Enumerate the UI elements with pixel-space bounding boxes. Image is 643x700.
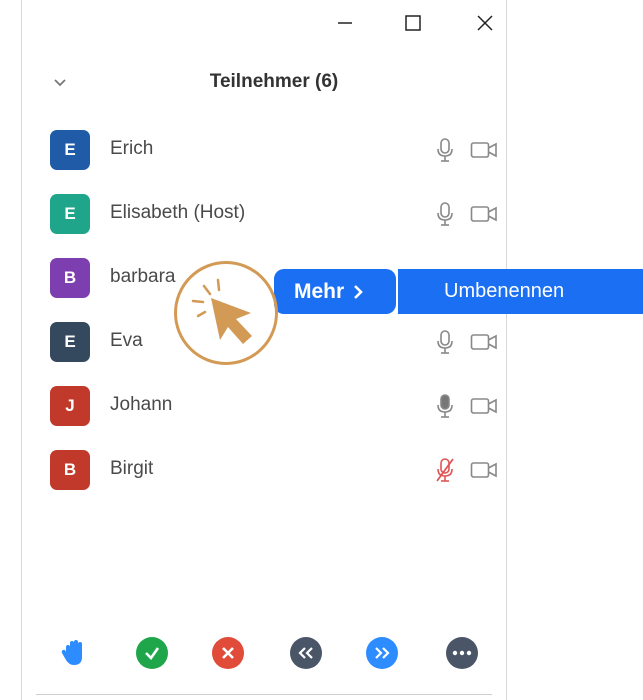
panel-header: Teilnehmer (6) [22,62,506,102]
participant-name: Elisabeth (Host) [110,202,246,223]
hand-icon [61,640,82,665]
rename-label: Umbenennen [444,280,565,302]
video-camera-icon [470,334,497,350]
video-camera-icon [470,462,497,478]
bottom-divider [36,694,492,695]
participant-row[interactable]: B Birgit [22,438,506,502]
panel-title: Teilnehmer (6) [209,71,339,92]
video-camera-icon [470,206,497,222]
maximize-icon [405,15,421,31]
chevron-right-icon [354,284,364,299]
cursor-highlight [174,261,278,365]
mic-icon [437,202,453,226]
participant-name: barbara [110,266,176,287]
no-button[interactable] [212,637,244,669]
slower-button[interactable] [290,637,322,669]
double-chevron-right-icon [375,647,390,659]
participant-name: Eva [110,330,143,351]
participant-name: Erich [110,138,154,159]
video-button[interactable] [470,140,498,160]
mic-button[interactable] [435,201,455,227]
yes-button[interactable] [136,637,168,669]
video-button[interactable] [470,332,498,352]
bottom-toolbar [22,632,506,676]
more-label: Mehr [294,279,345,303]
avatar: J [50,386,90,426]
mic-button[interactable] [435,393,455,419]
close-button[interactable] [470,8,500,38]
participant-row[interactable]: E Erich [22,118,506,182]
rename-menu-item[interactable]: Umbenennen [398,269,643,314]
more-button[interactable]: Mehr [274,269,396,314]
double-chevron-left-icon [298,647,313,659]
x-icon [222,647,234,659]
pointer-cursor-icon [191,278,252,344]
video-button[interactable] [470,204,498,224]
participant-row[interactable]: J Johann [22,374,506,438]
video-camera-icon [470,398,497,414]
avatar: B [50,258,90,298]
maximize-button[interactable] [398,8,428,38]
minimize-icon [338,22,352,24]
mic-icon [437,394,453,418]
video-camera-icon [470,142,497,158]
mic-icon [437,330,453,354]
ellipsis-icon [452,650,472,656]
raise-hand-button[interactable] [58,637,90,669]
participant-name: Johann [110,394,173,415]
title-bar [22,0,506,46]
mic-button[interactable] [435,137,455,163]
faster-button[interactable] [366,637,398,669]
mic-muted-icon [436,458,454,482]
participant-name: Birgit [110,458,154,479]
close-icon [477,15,493,31]
avatar: B [50,450,90,490]
video-button[interactable] [470,396,498,416]
mic-icon [437,138,453,162]
participant-row[interactable]: E Elisabeth (Host) [22,182,506,246]
mic-button[interactable] [435,329,455,355]
avatar: E [50,130,90,170]
mic-button[interactable] [435,457,455,483]
video-button[interactable] [470,460,498,480]
avatar: E [50,194,90,234]
avatar: E [50,322,90,362]
check-icon [145,647,160,661]
minimize-button[interactable] [330,8,360,38]
more-reactions-button[interactable] [446,637,478,669]
